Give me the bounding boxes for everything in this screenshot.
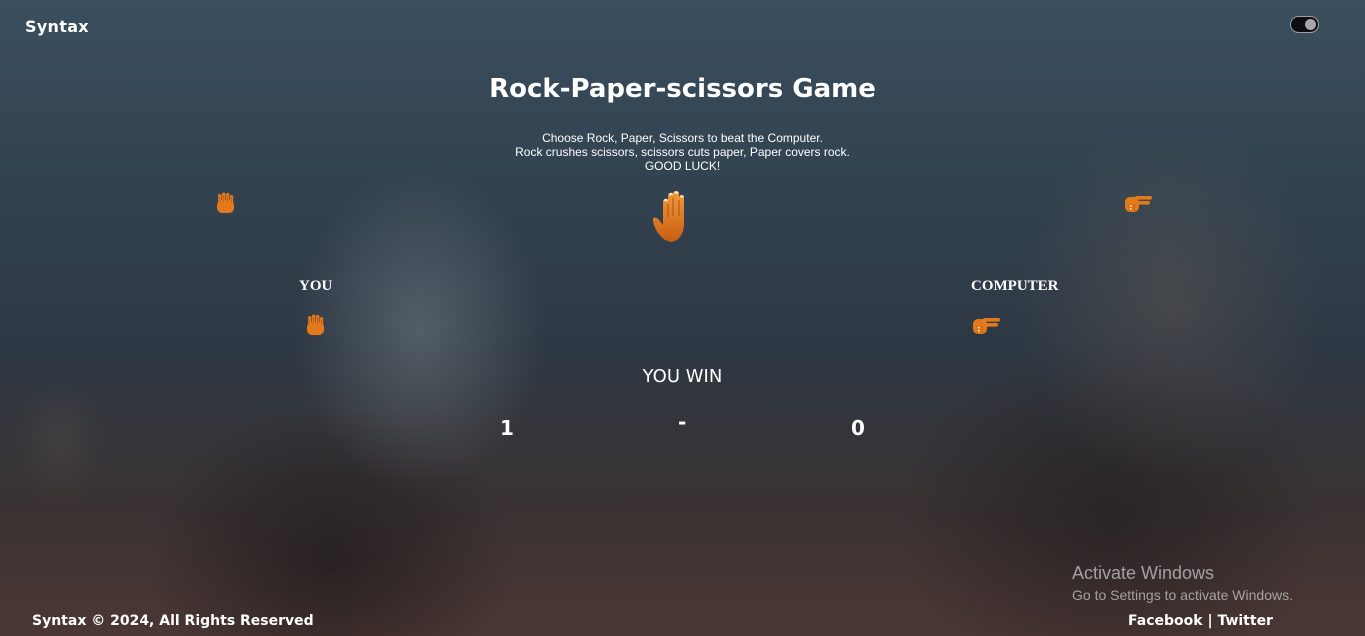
watermark-title: Activate Windows bbox=[1072, 563, 1215, 583]
fingers-point-icon bbox=[973, 318, 1000, 334]
rock-choice-button[interactable] bbox=[214, 192, 238, 214]
computer-score: 0 bbox=[851, 416, 865, 440]
link-separator: | bbox=[1207, 613, 1213, 629]
brand-logo[interactable]: Syntax bbox=[25, 17, 89, 36]
raised-back-of-hand-icon bbox=[307, 314, 324, 335]
toggle-knob bbox=[1305, 19, 1316, 30]
raised-hand-icon bbox=[652, 191, 684, 242]
player-choice-display bbox=[304, 314, 328, 336]
game-title: Rock-Paper-scissors Game bbox=[489, 74, 876, 104]
player-label: YOU bbox=[299, 278, 333, 294]
theme-toggle[interactable] bbox=[1290, 16, 1319, 33]
twitter-link[interactable]: Twitter bbox=[1217, 613, 1273, 629]
player-score: 1 bbox=[500, 416, 514, 440]
game-instructions: Choose Rock, Paper, Scissors to beat the… bbox=[0, 131, 1365, 173]
instruction-line: GOOD LUCK! bbox=[644, 159, 721, 173]
social-links: Facebook | Twitter bbox=[1128, 613, 1273, 629]
windows-activation-watermark: Activate Windows Go to Settings to activ… bbox=[1072, 563, 1293, 603]
fingers-point-icon bbox=[1125, 196, 1152, 212]
instruction-line: Rock crushes scissors, scissors cuts pap… bbox=[515, 145, 850, 159]
copyright-text: Syntax © 2024, All Rights Reserved bbox=[32, 613, 314, 629]
raised-back-of-hand-icon bbox=[217, 192, 234, 213]
result-text: YOU WIN bbox=[642, 366, 723, 387]
instruction-line: Choose Rock, Paper, Scissors to beat the… bbox=[542, 131, 823, 145]
facebook-link[interactable]: Facebook bbox=[1128, 613, 1203, 629]
watermark-subtitle: Go to Settings to activate Windows. bbox=[1072, 587, 1293, 603]
score-separator: - bbox=[678, 410, 687, 434]
paper-choice-button[interactable] bbox=[651, 190, 701, 244]
computer-choice-display bbox=[972, 314, 1002, 336]
computer-label: COMPUTER bbox=[971, 278, 1059, 294]
scissors-choice-button[interactable] bbox=[1124, 192, 1154, 214]
